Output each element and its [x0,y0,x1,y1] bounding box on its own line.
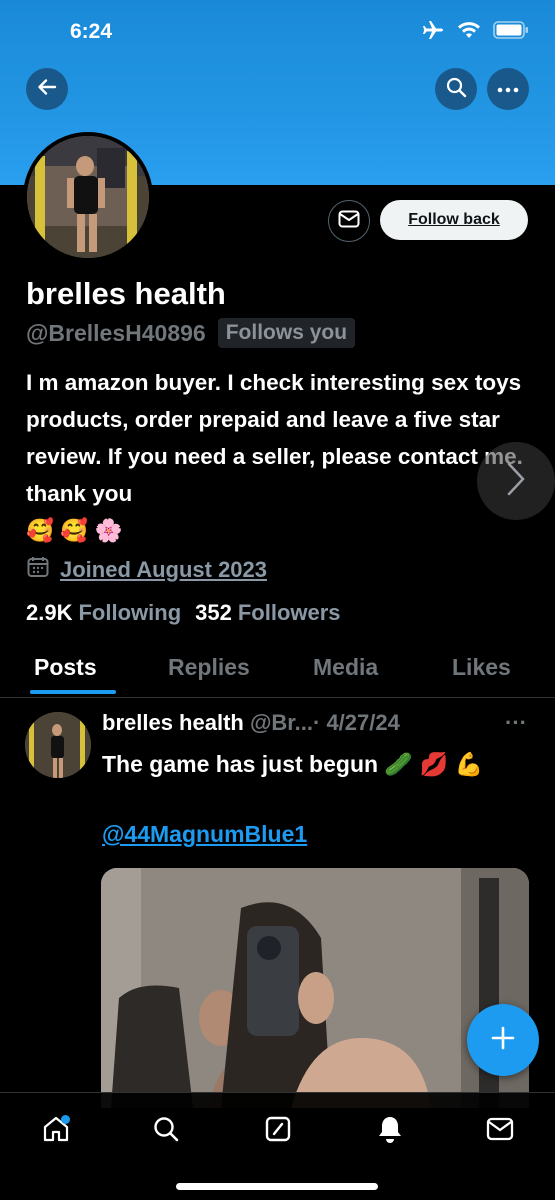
search-button[interactable] [435,68,477,110]
carousel-next-button[interactable] [477,442,555,520]
post-avatar[interactable] [25,712,91,778]
post-header: brelles health @Br...· 4/27/24 [102,710,400,736]
calendar-icon [26,555,50,584]
compose-button[interactable] [467,1004,539,1076]
back-button[interactable] [26,68,68,110]
joined-date: Joined August 2023 [26,555,267,584]
status-time: 6:24 [70,20,113,43]
search-icon [152,1115,180,1148]
home-indicator [176,1183,378,1190]
profile-stats: 2.9K Following 352 Followers [26,600,341,626]
chevron-right-icon [505,461,527,502]
nav-messages[interactable] [480,1111,520,1151]
notifications-icon [376,1114,404,1149]
nav-search[interactable] [146,1111,186,1151]
tab-posts[interactable]: Posts [34,654,97,681]
post-media-image[interactable] [101,868,529,1108]
tab-likes[interactable]: Likes [452,654,511,681]
follow-back-button[interactable]: Follow back [380,200,528,240]
grok-icon [264,1115,292,1148]
following-link[interactable]: 2.9K Following [26,600,181,626]
following-label: Following [78,600,182,625]
post-more-button[interactable]: ··· [505,710,527,736]
messages-icon [486,1117,514,1146]
following-count: 2.9K [26,600,73,625]
status-icons [421,20,529,40]
nav-grok[interactable] [258,1111,298,1151]
bio-text: I m amazon buyer. I check interesting se… [26,370,523,506]
post-handle[interactable]: @Br... [250,710,313,735]
nav-home[interactable] [36,1111,76,1151]
nav-notifications[interactable] [370,1111,410,1151]
battery-icon [493,21,529,39]
plus-icon [490,1025,516,1056]
post-text: The game has just begun 🥒 💋 💪 [102,751,484,777]
tab-replies[interactable]: Replies [168,654,250,681]
profile-avatar[interactable] [23,132,153,262]
bio-emoji: 🥰 🥰 🌸 [26,518,123,543]
airplane-icon [421,20,445,40]
profile-bio: I m amazon buyer. I check interesting se… [26,364,526,549]
post-mention-link[interactable]: @44MagnumBlue1 [102,821,307,848]
followers-count: 352 [195,600,232,625]
follows-you-badge: Follows you [217,318,356,348]
mail-icon [338,210,360,233]
profile-name: brelles health [26,276,226,311]
handle-row: @BrellesH40896 Follows you [26,318,356,348]
post-author[interactable]: brelles health [102,710,244,735]
profile-handle: @BrellesH40896 [26,319,206,346]
followers-link[interactable]: 352 Followers [195,600,340,626]
search-icon [445,76,467,103]
followers-label: Followers [237,600,341,625]
tab-media[interactable]: Media [313,654,378,681]
wifi-icon [457,21,481,39]
post-photo [101,868,529,1108]
post-date: · 4/27/24 [313,710,400,735]
post-avatar-photo [25,712,91,778]
more-button[interactable] [487,68,529,110]
avatar-photo [27,136,149,258]
active-tab-indicator [30,690,116,694]
message-button[interactable] [328,200,370,242]
status-bar: 6:24 [0,0,555,64]
back-arrow-icon [36,76,58,103]
joined-text: Joined August 2023 [60,556,268,582]
home-notification-dot [61,1115,70,1124]
more-icon [497,80,519,98]
